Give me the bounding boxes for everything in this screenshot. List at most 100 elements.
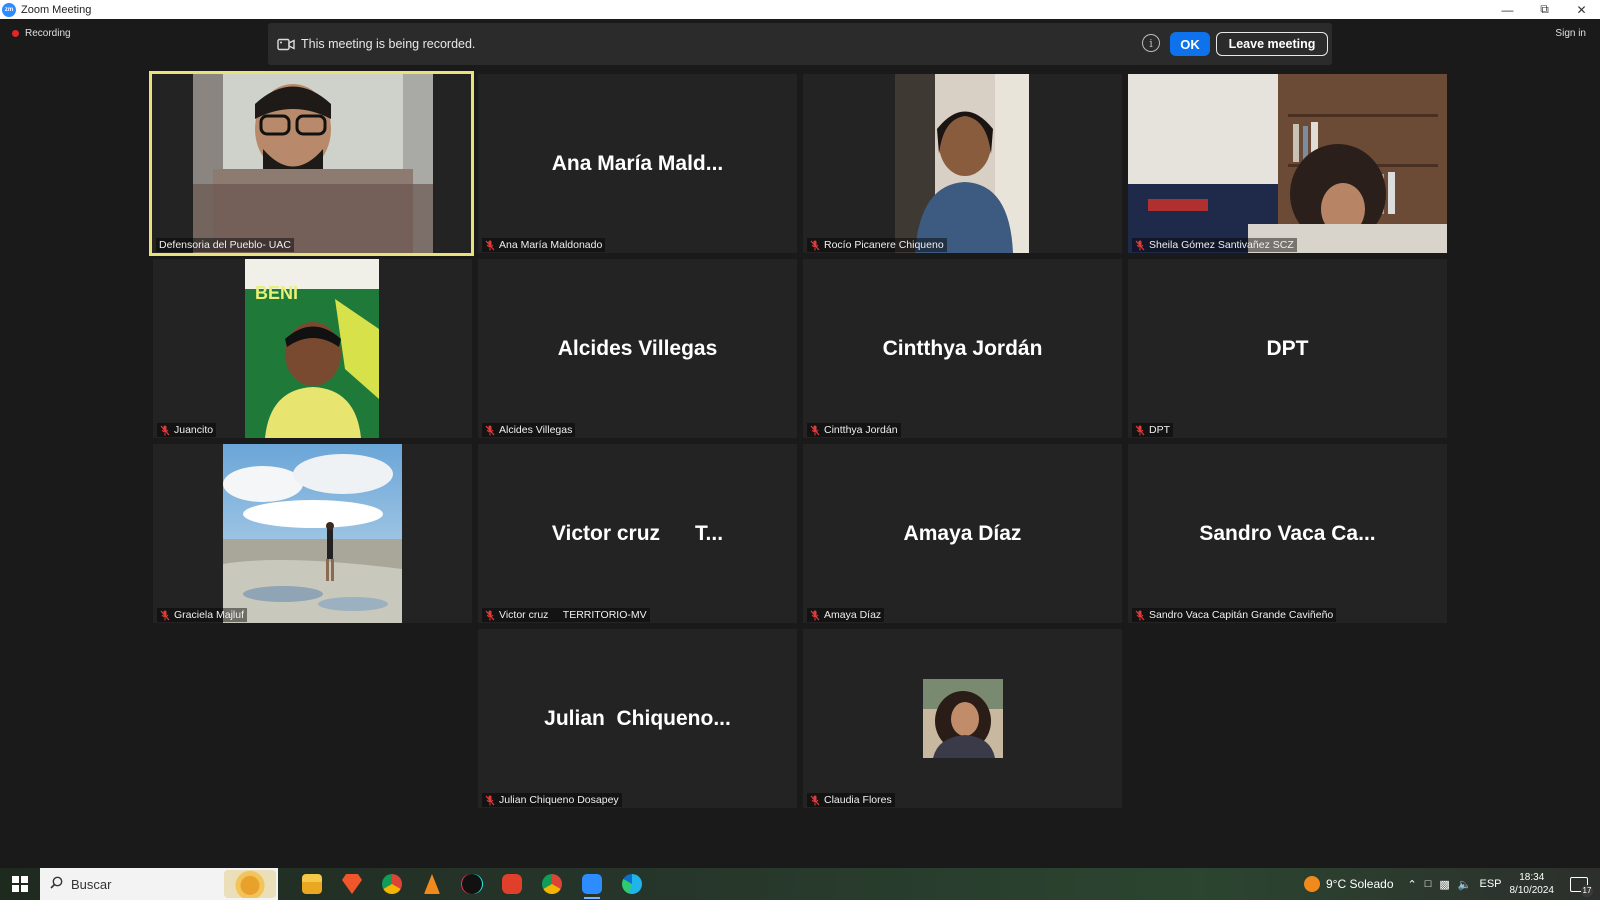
recording-message: This meeting is being recorded. <box>301 37 476 51</box>
windows-taskbar: Buscar 9°C Soleado ⌃ □ ▩ 🔈 ESP 18:34 8/1… <box>0 868 1600 900</box>
participant-video <box>223 444 402 623</box>
participant-name-label: Juancito <box>157 423 217 437</box>
muted-mic-icon <box>810 240 820 251</box>
window-title: Zoom Meeting <box>21 3 92 16</box>
participant-tile-dpt[interactable]: DPT DPT <box>1128 259 1447 438</box>
participant-video <box>895 74 1029 253</box>
clock[interactable]: 18:34 8/10/2024 <box>1510 871 1555 897</box>
muted-mic-icon <box>160 610 170 621</box>
sign-in-link[interactable]: Sign in <box>1555 28 1586 39</box>
participant-display-name: Victor cruz T... <box>551 521 724 545</box>
muted-mic-icon <box>485 240 495 251</box>
recording-label: Recording <box>25 28 71 39</box>
windows-logo-icon <box>12 876 28 892</box>
zoom-app-icon: zm <box>2 2 16 17</box>
window-titlebar: zm Zoom Meeting — ⧉ ✕ <box>0 0 1600 19</box>
taskbar-search[interactable]: Buscar <box>40 868 278 900</box>
language-indicator[interactable]: ESP <box>1479 878 1501 890</box>
participant-display-name: Alcides Villegas <box>557 336 718 360</box>
chrome-icon[interactable] <box>372 868 412 900</box>
search-highlight-icon <box>224 870 276 898</box>
search-placeholder: Buscar <box>71 876 112 892</box>
clock-date: 8/10/2024 <box>1509 885 1555 896</box>
muted-mic-icon <box>810 610 820 621</box>
participant-display-name: Sandro Vaca Ca... <box>1199 521 1376 545</box>
participant-name-label: Graciela Majluf <box>157 608 248 622</box>
participant-name-label: Sandro Vaca Capitán Grande Caviñeño <box>1132 608 1337 622</box>
vlc-icon[interactable] <box>412 868 452 900</box>
participant-tile-cintthya[interactable]: Cintthya Jordán Cintthya Jordán <box>803 259 1122 438</box>
weather-widget[interactable]: 9°C Soleado <box>1303 876 1394 892</box>
participant-name-label: Alcides Villegas <box>482 423 576 437</box>
participant-display-name: Julian Chiqueno... <box>544 706 731 730</box>
edge-icon[interactable] <box>612 868 652 900</box>
participant-video: BENI <box>245 259 379 438</box>
ok-button[interactable]: OK <box>1170 32 1210 56</box>
participant-display-name: Cintthya Jordán <box>882 336 1043 360</box>
tiktok-icon[interactable] <box>452 868 492 900</box>
participant-tile-rocio[interactable]: Rocío Picanere Chiqueno <box>803 74 1122 253</box>
recording-dot-icon <box>12 30 19 37</box>
participant-name-label: DPT <box>1132 423 1173 437</box>
weather-text: 9°C Soleado <box>1325 877 1394 891</box>
participant-tile-juancito[interactable]: BENI Juancito <box>153 259 472 438</box>
participant-tile-amaya[interactable]: Amaya Díaz Amaya Díaz <box>803 444 1122 623</box>
notification-icon[interactable]: 17 <box>1570 876 1593 897</box>
participant-name-label: Victor cruz TERRITORIO-MV <box>482 608 650 622</box>
muted-mic-icon <box>160 425 170 436</box>
system-tray: 9°C Soleado ⌃ □ ▩ 🔈 ESP 18:34 8/10/2024 … <box>1303 868 1600 900</box>
zoom-icon[interactable] <box>572 868 612 900</box>
participant-name-label: Julian Chiqueno Dosapey <box>482 793 622 807</box>
participant-tile-claudia[interactable]: Claudia Flores <box>803 629 1122 808</box>
recording-banner: This meeting is being recorded. i OK Lea… <box>268 23 1332 65</box>
minimize-button[interactable]: — <box>1489 0 1526 19</box>
leave-meeting-button[interactable]: Leave meeting <box>1216 32 1328 56</box>
sun-icon <box>1303 876 1320 892</box>
participant-video <box>193 74 433 253</box>
search-icon <box>50 876 63 892</box>
participant-name-label: Ana María Maldonado <box>482 238 606 252</box>
participant-tile-graciela[interactable]: Graciela Majluf <box>153 444 472 623</box>
participant-display-name: DPT <box>1266 336 1309 360</box>
muted-mic-icon <box>485 795 495 806</box>
participant-tile-victor[interactable]: Victor cruz T... Victor cruz TERRITORIO-… <box>478 444 797 623</box>
participant-display-name: Ana María Mald... <box>551 151 724 175</box>
participant-tile-defensoria[interactable]: Defensoria del Pueblo- UAC <box>149 71 474 256</box>
participant-tile-sandro[interactable]: Sandro Vaca Ca... Sandro Vaca Capitán Gr… <box>1128 444 1447 623</box>
participant-tile-julian[interactable]: Julian Chiqueno... Julian Chiqueno Dosap… <box>478 629 797 808</box>
participant-tile-sheila[interactable]: Sheila Gómez Santivañez SCZ <box>1128 74 1447 253</box>
recording-indicator[interactable]: Recording <box>12 28 71 39</box>
participant-name-label: Sheila Gómez Santivañez SCZ <box>1132 238 1297 252</box>
video-camera-icon <box>277 37 295 51</box>
close-button[interactable]: ✕ <box>1563 0 1600 19</box>
participant-tile-alcides[interactable]: Alcides Villegas Alcides Villegas <box>478 259 797 438</box>
participant-avatar-photo <box>923 679 1003 758</box>
svg-text:BENI: BENI <box>255 283 298 303</box>
participant-name-label: Claudia Flores <box>807 793 895 807</box>
file-explorer-icon[interactable] <box>292 868 332 900</box>
chevron-up-icon[interactable]: ⌃ <box>1408 878 1417 891</box>
participant-video <box>1128 74 1447 253</box>
muted-mic-icon <box>1135 610 1145 621</box>
participant-display-name: Amaya Díaz <box>903 521 1022 545</box>
muted-mic-icon <box>1135 425 1145 436</box>
start-button[interactable] <box>0 868 40 900</box>
brave-icon[interactable] <box>332 868 372 900</box>
info-icon[interactable]: i <box>1142 34 1160 52</box>
volume-icon[interactable]: 🔈 <box>1458 878 1472 891</box>
brave-red-icon[interactable] <box>492 868 532 900</box>
participant-tile-ana-maria[interactable]: Ana María Mald... Ana María Maldonado <box>478 74 797 253</box>
muted-mic-icon <box>1135 240 1145 251</box>
chrome-profile-icon[interactable] <box>532 868 572 900</box>
clock-time: 18:34 <box>1519 872 1545 883</box>
meeting-area: Recording Sign in This meeting is being … <box>0 19 1600 868</box>
display-icon[interactable]: ▩ <box>1439 878 1449 891</box>
network-icon[interactable]: □ <box>1425 878 1432 890</box>
participant-name-label: Rocío Picanere Chiqueno <box>807 238 947 252</box>
restore-button[interactable]: ⧉ <box>1526 0 1563 19</box>
muted-mic-icon <box>810 425 820 436</box>
muted-mic-icon <box>485 425 495 436</box>
muted-mic-icon <box>485 610 495 621</box>
notification-count: 17 <box>1581 884 1593 897</box>
participant-name-label: Defensoria del Pueblo- UAC <box>156 238 294 252</box>
